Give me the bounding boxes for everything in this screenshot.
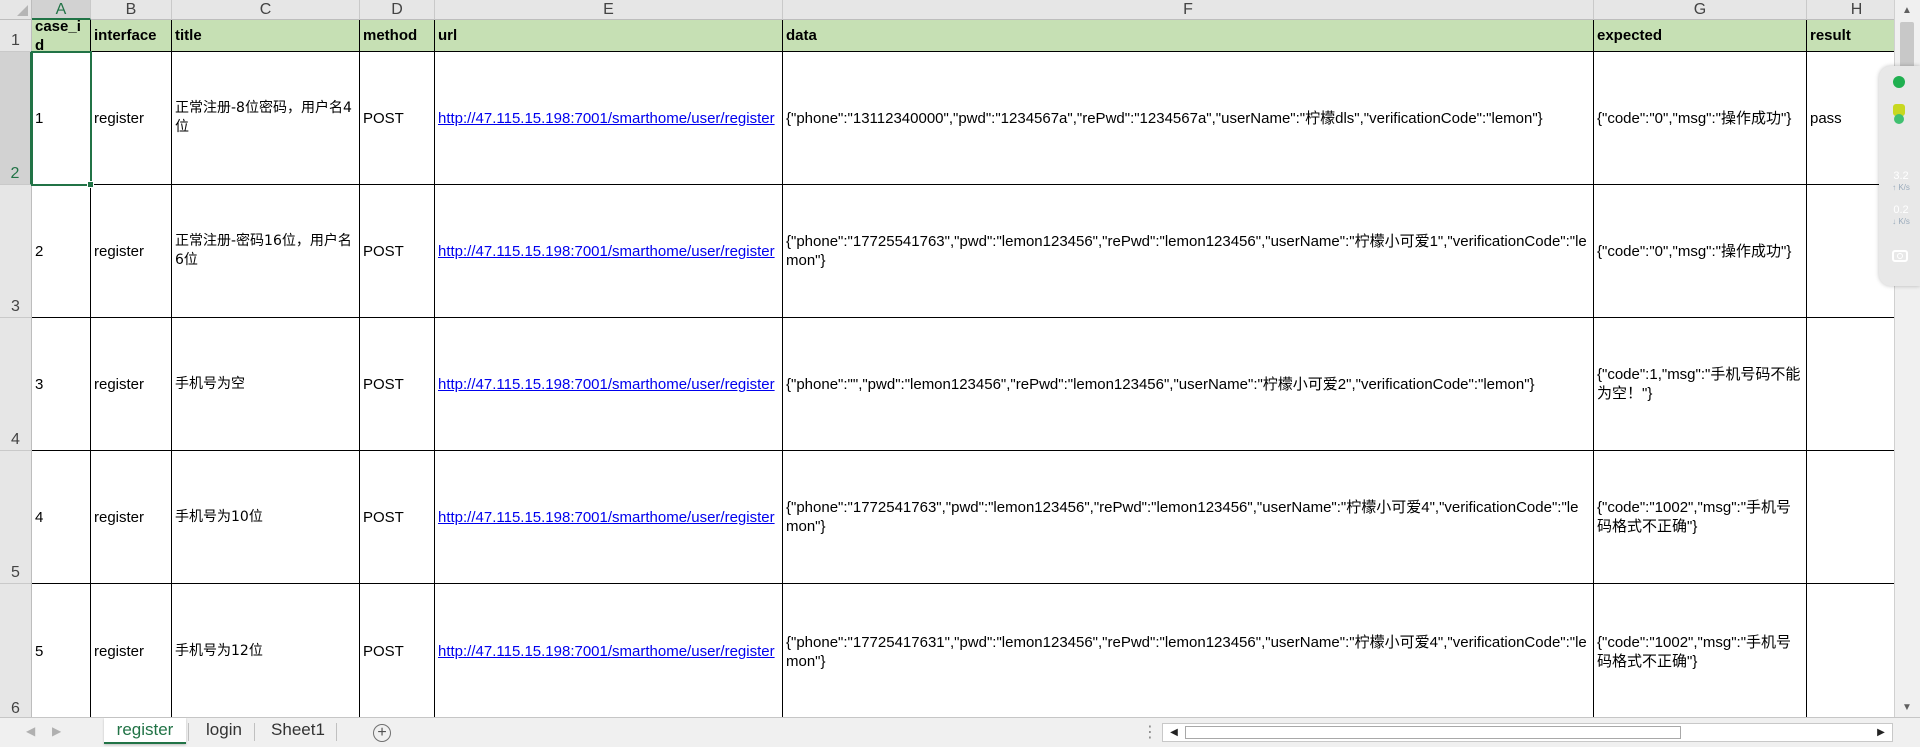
row-header-1[interactable]: 1 bbox=[0, 20, 32, 52]
status-dot-teal-icon bbox=[1894, 114, 1904, 124]
next-sheet-arrow-icon[interactable]: ▶ bbox=[52, 724, 61, 738]
column-header-d[interactable]: D bbox=[360, 0, 435, 20]
cell-case-id[interactable]: 5 bbox=[32, 584, 91, 717]
cell-data[interactable]: {"phone":"1772541763","pwd":"lemon123456… bbox=[783, 451, 1594, 584]
cell-result[interactable] bbox=[1807, 451, 1894, 584]
tab-separator bbox=[188, 723, 189, 741]
header-cell-method[interactable]: method bbox=[360, 20, 435, 52]
column-header-f[interactable]: F bbox=[783, 0, 1594, 20]
cell-title[interactable]: 正常注册-8位密码，用户名4位 bbox=[172, 52, 360, 185]
cell-data[interactable]: {"phone":"17725541763","pwd":"lemon12345… bbox=[783, 185, 1594, 318]
cell-case-id[interactable]: 1 bbox=[32, 52, 91, 185]
header-cell-url[interactable]: url bbox=[435, 20, 783, 52]
cell-result[interactable] bbox=[1807, 318, 1894, 451]
header-cell-interface[interactable]: interface bbox=[91, 20, 172, 52]
network-speed-widget[interactable]: 3.2 ↑ K/s 0.2 ↓ K/s bbox=[1879, 66, 1920, 286]
column-header-g[interactable]: G bbox=[1594, 0, 1807, 20]
cell-result[interactable] bbox=[1807, 584, 1894, 717]
cell-case-id[interactable]: 4 bbox=[32, 451, 91, 584]
more-options-icon[interactable]: ⋮ bbox=[1142, 722, 1159, 742]
cell-interface[interactable]: register bbox=[91, 318, 172, 451]
header-cell-result[interactable]: result bbox=[1807, 20, 1894, 52]
cell-expected[interactable]: {"code":"1002","msg":"手机号码格式不正确"} bbox=[1594, 451, 1807, 584]
cell-data[interactable]: {"phone":"","pwd":"lemon123456","rePwd":… bbox=[783, 318, 1594, 451]
cell-method[interactable]: POST bbox=[360, 318, 435, 451]
cell-case-id[interactable]: 2 bbox=[32, 185, 91, 318]
cell-data[interactable]: {"phone":"13112340000","pwd":"1234567a",… bbox=[783, 52, 1594, 185]
cell-url[interactable]: http://47.115.15.198:7001/smarthome/user… bbox=[435, 185, 783, 318]
column-header-e[interactable]: E bbox=[435, 0, 783, 20]
scroll-down-arrow-icon[interactable]: ▼ bbox=[1895, 697, 1919, 717]
cell-method[interactable]: POST bbox=[360, 584, 435, 717]
cell-interface[interactable]: register bbox=[91, 451, 172, 584]
header-cell-data[interactable]: data bbox=[783, 20, 1594, 52]
column-header-h[interactable]: H bbox=[1807, 0, 1894, 20]
row-header-2[interactable]: 2 bbox=[0, 52, 32, 185]
cell-url[interactable]: http://47.115.15.198:7001/smarthome/user… bbox=[435, 451, 783, 584]
sheet-tab-register[interactable]: register bbox=[104, 718, 186, 744]
cell-title[interactable]: 手机号为空 bbox=[172, 318, 360, 451]
tab-separator bbox=[336, 723, 337, 741]
cell-url[interactable]: http://47.115.15.198:7001/smarthome/user… bbox=[435, 584, 783, 717]
cell-interface[interactable]: register bbox=[91, 52, 172, 185]
header-cell-case-id[interactable]: case_id bbox=[32, 20, 91, 52]
column-header-a[interactable]: A bbox=[32, 0, 91, 20]
row-header-6[interactable]: 6 bbox=[0, 584, 32, 717]
scroll-right-arrow-icon[interactable]: ▶ bbox=[1872, 725, 1890, 740]
horizontal-scroll-thumb[interactable] bbox=[1185, 726, 1681, 739]
cell-interface[interactable]: register bbox=[91, 584, 172, 717]
sheet-tab-sheet1[interactable]: Sheet1 bbox=[262, 718, 334, 744]
scroll-up-arrow-icon[interactable]: ▲ bbox=[1895, 0, 1919, 20]
cell-expected[interactable]: {"code":"0","msg":"操作成功"} bbox=[1594, 52, 1807, 185]
scroll-left-arrow-icon[interactable]: ◀ bbox=[1165, 725, 1183, 740]
cell-title[interactable]: 正常注册-密码16位，用户名6位 bbox=[172, 185, 360, 318]
add-sheet-icon[interactable]: + bbox=[373, 724, 391, 742]
cell-data[interactable]: {"phone":"17725417631","pwd":"lemon12345… bbox=[783, 584, 1594, 717]
header-cell-expected[interactable]: expected bbox=[1594, 20, 1807, 52]
horizontal-scrollbar[interactable]: ◀ ▶ bbox=[1162, 723, 1893, 742]
cell-method[interactable]: POST bbox=[360, 52, 435, 185]
tab-separator bbox=[254, 723, 255, 741]
download-speed: 0.2 ↓ K/s bbox=[1892, 204, 1910, 226]
row-header-3[interactable]: 3 bbox=[0, 185, 32, 318]
cell-method[interactable]: POST bbox=[360, 185, 435, 318]
prev-sheet-arrow-icon[interactable]: ◀ bbox=[26, 724, 35, 738]
row-header-5[interactable]: 5 bbox=[0, 451, 32, 584]
sheet-tab-bar: ◀ ▶ register login Sheet1 + ⋮ ◀ ▶ bbox=[0, 717, 1920, 747]
cell-method[interactable]: POST bbox=[360, 451, 435, 584]
column-header-b[interactable]: B bbox=[91, 0, 172, 20]
select-all-corner[interactable] bbox=[0, 0, 32, 20]
cell-url[interactable]: http://47.115.15.198:7001/smarthome/user… bbox=[435, 318, 783, 451]
cell-title[interactable]: 手机号为10位 bbox=[172, 451, 360, 584]
cell-url[interactable]: http://47.115.15.198:7001/smarthome/user… bbox=[435, 52, 783, 185]
camera-icon[interactable] bbox=[1892, 250, 1908, 262]
cell-expected[interactable]: {"code":"1002","msg":"手机号码格式不正确"} bbox=[1594, 584, 1807, 717]
status-dot-green-icon bbox=[1893, 76, 1905, 88]
row-header-4[interactable]: 4 bbox=[0, 318, 32, 451]
cell-case-id[interactable]: 3 bbox=[32, 318, 91, 451]
cell-expected[interactable]: {"code":"0","msg":"操作成功"} bbox=[1594, 185, 1807, 318]
cell-interface[interactable]: register bbox=[91, 185, 172, 318]
header-cell-title[interactable]: title bbox=[172, 20, 360, 52]
cell-title[interactable]: 手机号为12位 bbox=[172, 584, 360, 717]
spreadsheet-grid[interactable]: A B C D E F G H 1 2 3 4 5 6 case_id interface title metho… bbox=[0, 0, 1894, 717]
column-header-c[interactable]: C bbox=[172, 0, 360, 20]
sheet-tab-login[interactable]: login bbox=[196, 718, 252, 744]
cell-expected[interactable]: {"code":1,"msg":"手机号码不能为空！"} bbox=[1594, 318, 1807, 451]
upload-speed: 3.2 ↑ K/s bbox=[1892, 170, 1910, 192]
